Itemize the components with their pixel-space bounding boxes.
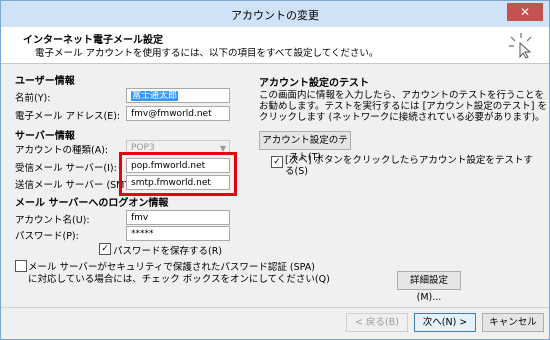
auto-test-label-line1: [次へ] ボタンをクリックしたらアカウント設定をテストす <box>285 155 533 166</box>
spa-checkbox[interactable] <box>15 260 27 272</box>
dialog-window: アカウントの変更 ✕ インターネット電子メール設定 電子メール アカウントを使用… <box>0 0 550 340</box>
more-settings-button[interactable]: 詳細設定(M)... <box>397 271 461 303</box>
auto-test-label-line2: る(S) <box>285 166 308 177</box>
remember-password-checkbox[interactable]: ✓ <box>99 243 111 255</box>
spa-label-line2: に対応している場合には、チェック ボックスをオンにしてください(Q) <box>28 274 330 285</box>
auto-test-checkbox[interactable]: ✓ <box>271 156 283 168</box>
footer-divider <box>1 307 549 308</box>
close-icon: ✕ <box>519 5 531 19</box>
password-field[interactable]: ***** <box>126 226 230 241</box>
wizard-cursor-icon <box>509 33 532 59</box>
logon-info-heading: メール サーバーへのログオン情報 <box>15 198 169 209</box>
header-title: インターネット電子メール設定 <box>23 35 163 46</box>
title-bar: アカウントの変更 ✕ <box>1 1 549 27</box>
email-field[interactable]: fmv@fmworld.net <box>126 106 230 121</box>
user-info-heading: ユーザー情報 <box>15 76 75 87</box>
server-info-heading: サーバー情報 <box>15 131 75 142</box>
cancel-button[interactable]: キャンセル <box>482 313 544 332</box>
account-name-label: アカウント名(U): <box>15 215 90 226</box>
window-title: アカウントの変更 <box>231 9 319 22</box>
close-button[interactable]: ✕ <box>507 3 543 21</box>
account-name-field[interactable]: fmv <box>126 210 230 225</box>
back-button[interactable]: < 戻る(B) <box>346 313 408 332</box>
remember-password-label: パスワードを保存する(R) <box>113 246 223 257</box>
test-desc-line2: お勧めします。テストを実行するには [アカウント設定のテスト] を <box>259 101 548 112</box>
test-account-button[interactable]: アカウント設定のテスト(T) <box>259 131 351 163</box>
test-desc-line3: クリックします (ネットワークに接続されている必要があります)。 <box>259 112 545 123</box>
name-value: 富士通太郎 <box>131 91 179 101</box>
header-subtitle: 電子メール アカウントを使用するには、以下の項目をすべて設定してください。 <box>35 48 379 59</box>
highlight-box <box>119 152 237 196</box>
account-type-label: アカウントの種類(A): <box>15 145 109 156</box>
wizard-header: インターネット電子メール設定 電子メール アカウントを使用するには、以下の項目を… <box>1 27 549 64</box>
test-desc-line1: この画面内に情報を入力したら、アカウントのテストを行うことを <box>259 90 545 101</box>
email-label: 電子メール アドレス(E): <box>15 111 121 122</box>
test-heading: アカウント設定のテスト <box>259 78 369 89</box>
name-field[interactable]: 富士通太郎 <box>126 88 230 103</box>
incoming-server-label: 受信メール サーバー(I): <box>15 163 117 174</box>
dialog-body: ユーザー情報 名前(Y): 富士通太郎 電子メール アドレス(E): fmv@f… <box>1 64 549 339</box>
name-label: 名前(Y): <box>15 93 51 104</box>
password-label: パスワード(P): <box>15 231 79 242</box>
next-button[interactable]: 次へ(N) > <box>414 313 476 332</box>
